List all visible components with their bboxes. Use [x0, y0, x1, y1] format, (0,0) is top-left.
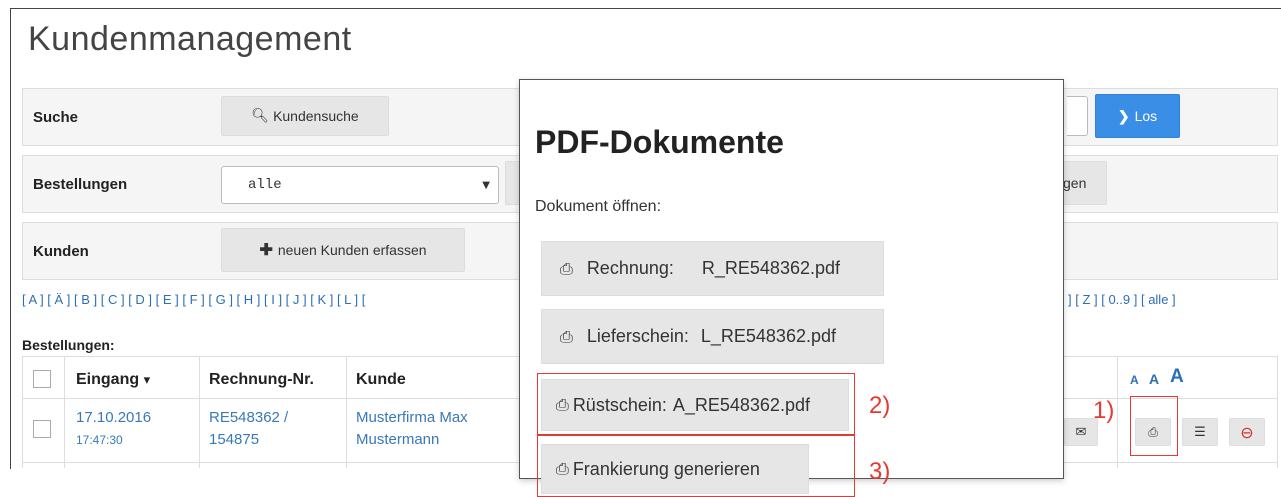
orders-action-button[interactable]: gen	[1063, 161, 1107, 205]
pdf-icon: ⎙	[560, 326, 573, 346]
row-customer-link[interactable]: Musterfirma Max Mustermann	[356, 407, 468, 451]
orders-label: Bestellungen	[33, 176, 128, 193]
delivery-note-pdf-button[interactable]: ⎙ Lieferschein: L_RE548362.pdf	[541, 309, 884, 364]
annotation-box-1	[1130, 396, 1178, 456]
caret-down-icon: ▼	[482, 179, 490, 191]
column-rechnung-nr[interactable]: Rechnung-Nr.	[209, 371, 314, 389]
modal-title: PDF-Dokumente	[535, 124, 784, 160]
annotation-label-3: 3)	[869, 458, 891, 485]
envelope-icon: ✉	[1075, 424, 1087, 440]
plus-icon: ✚	[259, 242, 273, 259]
row-date[interactable]: 17.10.2016 17:47:30	[76, 407, 151, 451]
select-all-checkbox[interactable]	[33, 370, 51, 388]
go-button[interactable]: ❯ Los	[1095, 94, 1180, 138]
search-icon: 🔍︎	[251, 108, 270, 124]
row-invoice-link[interactable]: RE548362 / 154875	[209, 407, 288, 451]
orders-table-heading: Bestellungen:	[22, 337, 115, 353]
chevron-right-icon: ❯	[1117, 107, 1130, 124]
customer-search-button[interactable]: 🔍︎ Kundensuche	[221, 96, 389, 136]
search-input[interactable]	[1067, 96, 1088, 136]
annotation-label-1: 1)	[1093, 397, 1115, 424]
new-customer-button[interactable]: ✚ neuen Kunden erfassen	[221, 228, 465, 272]
annotation-box-3	[537, 435, 855, 497]
annotation-label-2: 2)	[869, 392, 891, 419]
modal-subtitle: Dokument öffnen:	[535, 198, 662, 215]
customers-label: Kunden	[33, 243, 89, 260]
font-size-large[interactable]: A	[1170, 366, 1184, 388]
sort-desc-icon: ▾	[143, 373, 151, 388]
table-col-divider	[1117, 356, 1118, 468]
orders-select[interactable]: alle ▼	[221, 166, 499, 204]
details-button[interactable]: ☰	[1182, 418, 1218, 446]
alphabet-filter-right[interactable]: ] [ Z ] [ 0..9 ] [ alle ]	[1068, 292, 1176, 307]
pdf-documents-modal: PDF-Dokumente Dokument öffnen: ⎙ Rechnun…	[519, 79, 1064, 497]
list-icon: ☰	[1194, 424, 1206, 440]
font-size-medium[interactable]: A	[1149, 371, 1159, 387]
row-checkbox[interactable]	[33, 420, 51, 438]
table-col-divider	[346, 356, 347, 468]
column-kunde[interactable]: Kunde	[356, 371, 406, 389]
page-title: Kundenmanagement	[28, 20, 352, 58]
delete-button[interactable]: ⊖	[1229, 418, 1265, 446]
pdf-icon: ⎙	[560, 258, 573, 278]
search-label: Suche	[33, 109, 79, 126]
table-col-divider	[64, 356, 65, 468]
invoice-pdf-button[interactable]: ⎙ Rechnung: R_RE548362.pdf	[541, 241, 884, 296]
table-col-divider	[199, 356, 200, 468]
minus-circle-icon: ⊖	[1240, 422, 1254, 442]
table-left-border	[22, 356, 23, 468]
alphabet-filter-left[interactable]: [ A ] [ Ä ] [ B ] [ C ] [ D ] [ E ] [ F …	[22, 292, 365, 307]
column-eingang[interactable]: Eingang ▾	[76, 371, 150, 389]
font-size-small[interactable]: A	[1130, 373, 1139, 387]
table-right-border	[1277, 356, 1278, 468]
annotation-box-2	[537, 373, 855, 435]
